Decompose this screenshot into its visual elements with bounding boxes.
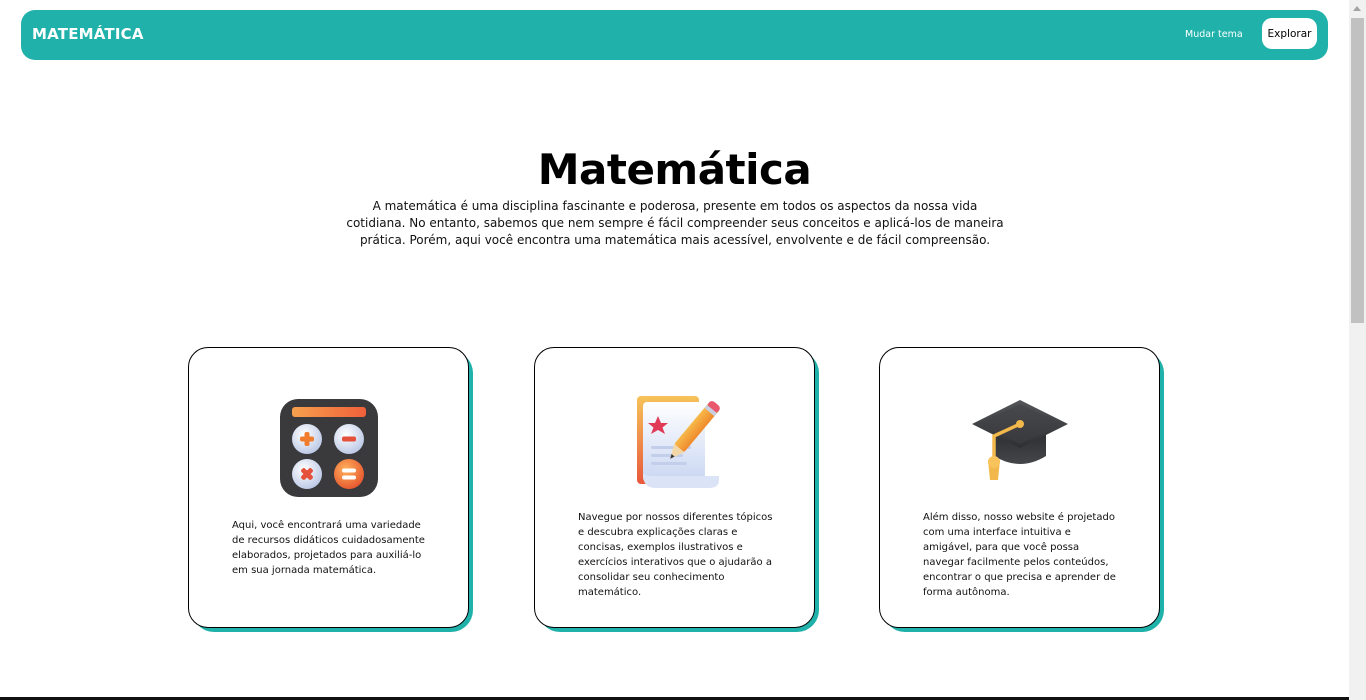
hero-description: A matemática é uma disciplina fascinante… xyxy=(346,199,1004,247)
page-title: Matemática xyxy=(537,145,812,194)
page-scrollbar[interactable] xyxy=(1349,0,1366,700)
card-body: Além disso, nosso website é projetado co… xyxy=(879,347,1160,628)
calculator-icon xyxy=(279,398,379,498)
feature-card-resources: Aqui, você encontrará uma variedade de r… xyxy=(188,347,473,632)
navbar: MATEMÁTICA Mudar tema Explorar xyxy=(21,10,1328,60)
card-description: Navegue por nossos diferentes tópicos e … xyxy=(578,512,773,598)
theme-toggle-button[interactable]: Mudar tema xyxy=(1185,29,1243,40)
card-description: Além disso, nosso website é projetado co… xyxy=(923,512,1116,598)
feature-card-topics: Navegue por nossos diferentes tópicos e … xyxy=(534,347,819,632)
card-body: Navegue por nossos diferentes tópicos e … xyxy=(534,347,815,628)
brand-logo[interactable]: MATEMÁTICA xyxy=(32,25,144,43)
scroll-up-icon[interactable] xyxy=(1353,6,1361,11)
card-description: Aqui, você encontrará uma variedade de r… xyxy=(232,520,425,576)
certificate-pencil-icon xyxy=(625,390,725,490)
explore-button[interactable]: Explorar xyxy=(1262,18,1317,49)
card-body: Aqui, você encontrará uma variedade de r… xyxy=(188,347,469,628)
graduation-cap-icon xyxy=(970,390,1070,490)
feature-card-interface: Além disso, nosso website é projetado co… xyxy=(879,347,1164,632)
scroll-thumb[interactable] xyxy=(1351,18,1364,323)
page: MATEMÁTICA Mudar tema Explorar Matemátic… xyxy=(0,0,1366,700)
